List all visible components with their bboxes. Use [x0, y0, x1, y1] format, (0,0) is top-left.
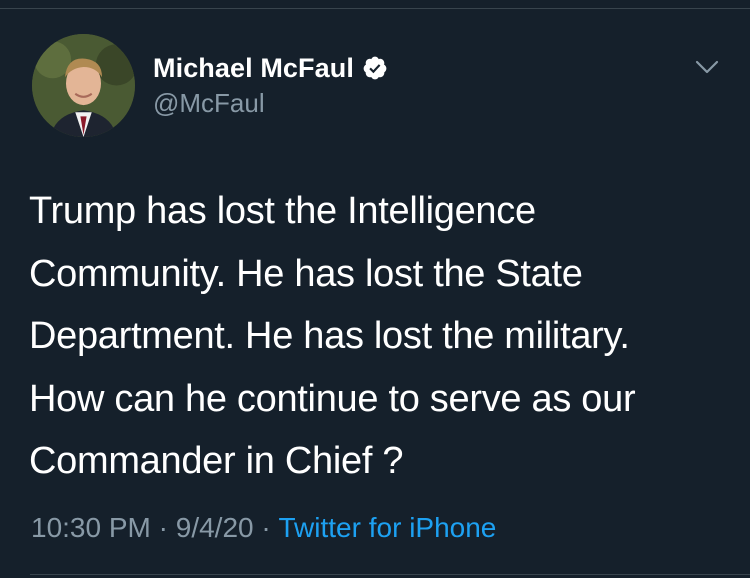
- tweet-meta: 10:30 PM · 9/4/20 · Twitter for iPhone: [31, 512, 496, 544]
- chevron-down-icon[interactable]: [692, 54, 722, 80]
- tweet-date[interactable]: 9/4/20: [176, 512, 254, 544]
- tweet-time[interactable]: 10:30 PM: [31, 512, 151, 544]
- bottom-divider: [30, 574, 750, 575]
- tweet-source-link[interactable]: Twitter for iPhone: [279, 512, 497, 544]
- meta-separator: ·: [150, 512, 176, 543]
- meta-separator: ·: [253, 512, 279, 543]
- verified-badge-icon: [362, 55, 388, 81]
- user-handle[interactable]: @McFaul: [153, 88, 265, 119]
- avatar[interactable]: [32, 34, 135, 137]
- display-name[interactable]: Michael McFaul: [153, 53, 354, 84]
- tweet-text: Trump has lost the Intelligence Communit…: [29, 190, 636, 482]
- author-name-row: Michael McFaul: [153, 50, 388, 86]
- tweet-card: Michael McFaul @McFaul Trump has lost th…: [0, 0, 750, 578]
- avatar-image: [32, 34, 135, 137]
- top-divider: [0, 8, 750, 9]
